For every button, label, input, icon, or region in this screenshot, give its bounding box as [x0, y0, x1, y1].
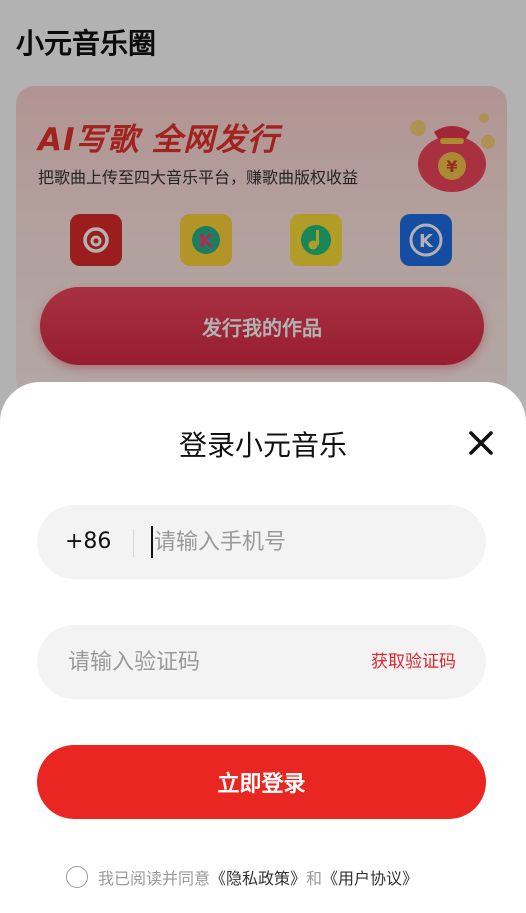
verification-code-input[interactable]: [68, 625, 348, 699]
agreement-prefix: 我已阅读并同意: [98, 869, 211, 888]
login-sheet: 登录小元音乐 +86 获取验证码 立即登录 我已阅读并同意 《隐私政策》 和 《…: [0, 382, 526, 913]
user-agreement-link[interactable]: 《用户协议》: [322, 865, 418, 889]
get-code-button[interactable]: 获取验证码: [371, 625, 456, 699]
login-title: 登录小元音乐: [178, 429, 347, 462]
country-code-selector[interactable]: +86: [65, 505, 111, 579]
text-caret: [151, 526, 153, 558]
phone-field[interactable]: +86: [37, 505, 486, 579]
agreement-checkbox[interactable]: [66, 866, 88, 888]
privacy-policy-link[interactable]: 《隐私政策》: [210, 865, 306, 889]
verification-code-field[interactable]: 获取验证码: [37, 625, 486, 699]
login-button[interactable]: 立即登录: [37, 745, 486, 819]
close-icon[interactable]: [464, 426, 498, 460]
agreement-row: 我已阅读并同意 《隐私政策》 和 《用户协议》: [66, 865, 418, 889]
field-divider: [133, 529, 134, 557]
phone-input[interactable]: [154, 505, 454, 579]
agreement-connector: 和: [306, 869, 323, 888]
